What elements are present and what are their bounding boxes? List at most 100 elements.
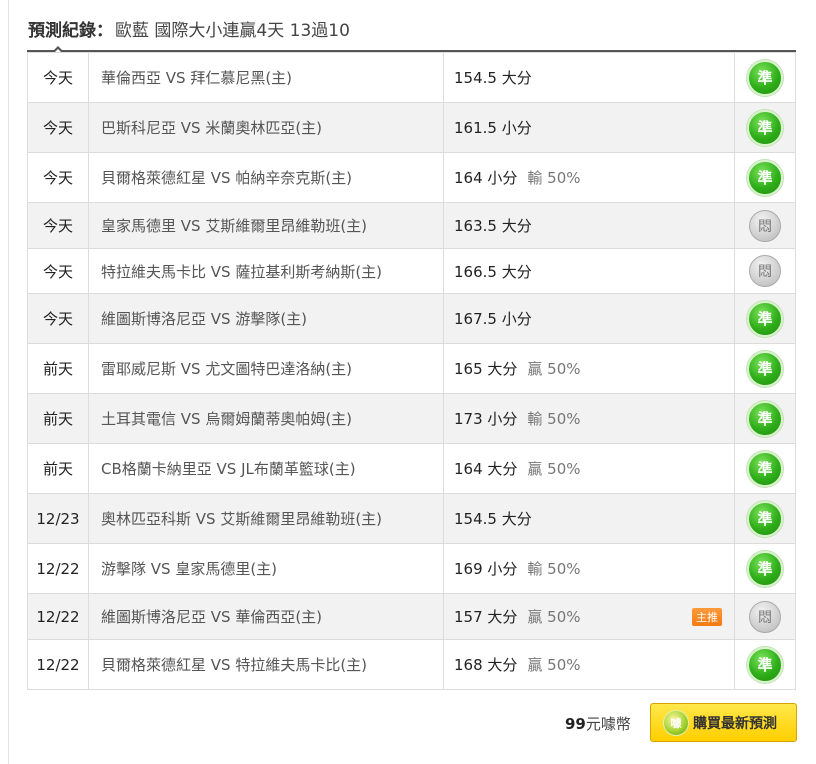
row-date: 今天 [27,52,89,103]
row-match: 維圖斯博洛尼亞 VS 游擊隊(主) [88,293,444,344]
row-result-cell: 悶 [734,202,796,249]
row-match: 華倫西亞 VS 拜仁慕尼黑(主) [88,52,444,103]
prediction-records-table: 今天 華倫西亞 VS 拜仁慕尼黑(主) 154.5 大分準今天 巴斯科尼亞 VS 米蘭… [27,52,796,690]
result-hit-icon: 準 [747,59,783,96]
row-prediction-cell: 167.5 小分 [443,293,735,344]
result-hit-icon: 準 [747,450,783,487]
row-prediction-cell: 173 小分輸 50% [443,393,735,444]
row-match: 巴斯科尼亞 VS 米蘭奧林匹亞(主) [88,102,444,153]
row-match: 游擊隊 VS 皇家馬德里(主) [88,543,444,594]
row-date: 今天 [27,202,89,249]
result-miss-icon: 悶 [749,209,781,242]
row-result-cell: 悶 [734,248,796,294]
table-row: 12/23 奧林匹亞科斯 VS 艾斯維爾里昂維勒班(主) 154.5 大分 準 [27,493,796,544]
row-prediction: 163.5 大分 [454,217,532,235]
row-match: 貝爾格萊德紅星 VS 帕納辛奈克斯(主) [88,152,444,203]
row-date: 今天 [27,102,89,153]
featured-pick-badge: 主推 [692,607,722,626]
row-prediction-cell: 157 大分贏 50% 主推 [443,593,735,640]
table-row: 12/22 游擊隊 VS 皇家馬德里(主) 169 小分輸 50% 準 [27,543,796,594]
row-date: 12/22 [27,593,89,640]
row-prediction-cell: 163.5 大分 [443,202,735,249]
row-date: 前天 [27,443,89,494]
table-row: 前天 CB格蘭卡納里亞 VS JL布蘭革籃球(主) 164 大分贏 50% 準 [27,443,796,494]
row-match: CB格蘭卡納里亞 VS JL布蘭革籃球(主) [88,443,444,494]
row-prediction-cell: 154.5 大分 [443,52,735,103]
row-date: 12/22 [27,543,89,594]
coin-icon: 噱 [663,709,689,736]
result-hit-icon: 準 [747,400,783,437]
row-prediction: 173 小分 [454,410,518,428]
row-result-cell: 準 [734,102,796,153]
result-hit-icon: 準 [747,350,783,387]
row-prediction-cell: 169 小分輸 50% [443,543,735,594]
row-prediction: 157 大分 [454,608,518,626]
row-prediction-cell: 165 大分贏 50% [443,343,735,394]
result-hit-icon: 準 [747,300,783,337]
row-date: 12/22 [27,639,89,690]
table-row: 12/22 貝爾格萊德紅星 VS 特拉維夫馬卡比(主) 168 大分贏 50% 準 [27,639,796,690]
row-prediction: 154.5 大分 [454,69,532,87]
row-date: 今天 [27,152,89,203]
row-percent: 贏 50% [527,360,581,378]
result-miss-icon: 悶 [749,255,781,287]
row-prediction-cell: 154.5 大分 [443,493,735,544]
row-match: 維圖斯博洛尼亞 VS 華倫西亞(主) [88,593,444,640]
row-result-cell: 悶 [734,593,796,640]
row-result-cell: 準 [734,639,796,690]
row-match: 奧林匹亞科斯 VS 艾斯維爾里昂維勒班(主) [88,493,444,544]
row-prediction: 161.5 小分 [454,119,532,137]
row-date: 前天 [27,393,89,444]
row-date: 前天 [27,343,89,394]
price-text: 99元噱幣 [565,713,631,734]
row-match: 貝爾格萊德紅星 VS 特拉維夫馬卡比(主) [88,639,444,690]
row-date: 12/23 [27,493,89,544]
buy-button-label: 購買最新預測 [693,715,777,732]
table-row: 今天 維圖斯博洛尼亞 VS 游擊隊(主) 167.5 小分 準 [27,293,796,344]
row-match: 皇家馬德里 VS 艾斯維爾里昂維勒班(主) [88,202,444,249]
purchase-footer: 99元噱幣 噱 購買最新預測 [27,703,797,743]
record-header: 預測紀錄： 歐藍 國際大小連贏4天 13過10 [28,16,350,44]
result-hit-icon: 準 [747,159,783,196]
result-hit-icon: 準 [747,646,783,683]
table-row: 今天 特拉維夫馬卡比 VS 薩拉基利斯考納斯(主) 166.5 大分 悶 [27,248,796,294]
row-result-cell: 準 [734,493,796,544]
table-row: 今天 巴斯科尼亞 VS 米蘭奧林匹亞(主) 161.5 小分 準 [27,102,796,153]
row-prediction: 164 小分 [454,169,518,187]
row-result-cell: 準 [734,52,796,103]
table-row: 前天 土耳其電信 VS 烏爾姆蘭蒂奧帕姆(主) 173 小分輸 50% 準 [27,393,796,444]
row-result-cell: 準 [734,543,796,594]
row-result-cell: 準 [734,293,796,344]
price-unit: 元噱幣 [585,715,631,733]
row-prediction: 154.5 大分 [454,510,532,528]
row-prediction: 164 大分 [454,460,518,478]
row-result-cell: 準 [734,343,796,394]
table-row: 今天 華倫西亞 VS 拜仁慕尼黑(主) 154.5 大分 準 [27,52,796,103]
row-percent: 贏 50% [527,656,581,674]
row-prediction-cell: 161.5 小分 [443,102,735,153]
row-percent: 輸 50% [527,410,581,428]
result-hit-icon: 準 [747,500,783,537]
row-prediction: 167.5 小分 [454,310,532,328]
row-percent: 輸 50% [527,560,581,578]
buy-latest-prediction-button[interactable]: 噱 購買最新預測 [650,703,797,742]
row-match: 雷耶威尼斯 VS 尤文圖特巴達洛納(主) [88,343,444,394]
row-date: 今天 [27,293,89,344]
result-hit-icon: 準 [747,550,783,587]
row-result-cell: 準 [734,393,796,444]
row-prediction: 165 大分 [454,360,518,378]
row-result-cell: 準 [734,152,796,203]
table-row: 12/22 維圖斯博洛尼亞 VS 華倫西亞(主) 157 大分贏 50% 主推 悶 [27,593,796,640]
table-row: 前天 雷耶威尼斯 VS 尤文圖特巴達洛納(主) 165 大分贏 50% 準 [27,343,796,394]
row-prediction-cell: 164 小分輸 50% [443,152,735,203]
row-prediction: 166.5 大分 [454,262,532,281]
left-divider [8,0,9,764]
row-match: 特拉維夫馬卡比 VS 薩拉基利斯考納斯(主) [88,248,444,294]
row-prediction: 168 大分 [454,656,518,674]
price-amount: 99 [565,715,586,733]
result-miss-icon: 悶 [749,600,781,633]
row-match: 土耳其電信 VS 烏爾姆蘭蒂奧帕姆(主) [88,393,444,444]
row-date: 今天 [27,248,89,294]
row-percent: 贏 50% [527,608,581,626]
row-prediction-cell: 166.5 大分 [443,248,735,294]
